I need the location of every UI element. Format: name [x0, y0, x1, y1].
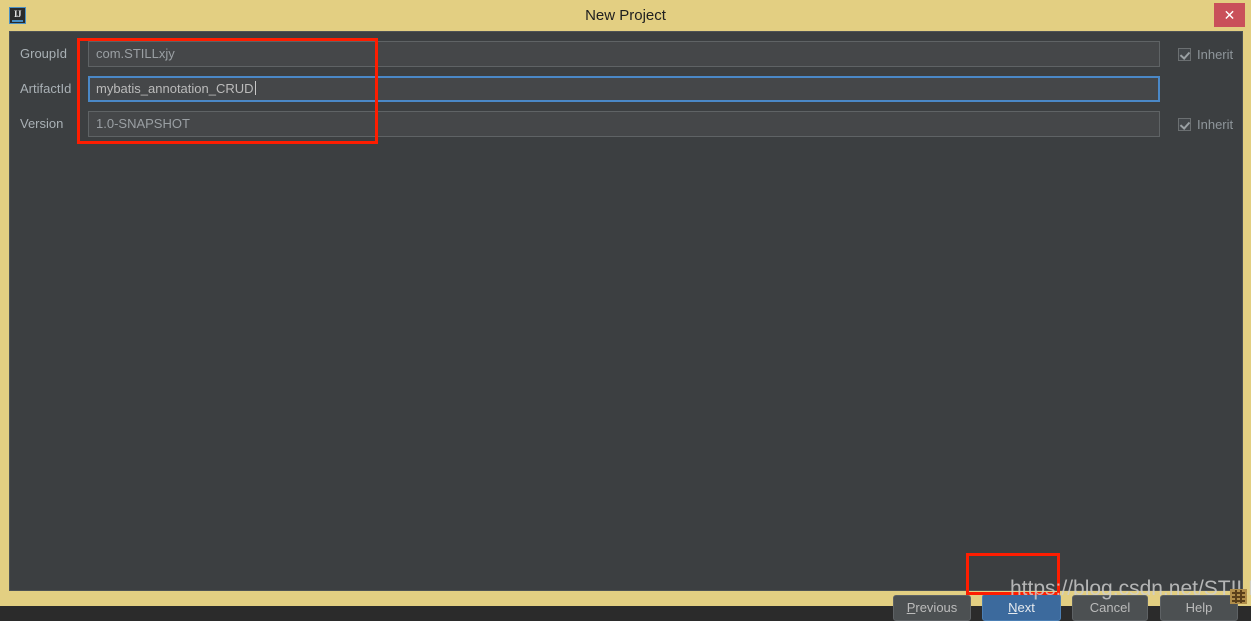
groupid-input[interactable]: com.STILLxjy [88, 41, 1160, 67]
dialog-content-panel: GroupId com.STILLxjy Inherit ArtifactId … [9, 31, 1244, 621]
version-inherit-label: Inherit [1197, 116, 1234, 132]
next-button[interactable]: Next [982, 594, 1061, 621]
close-icon[interactable]: ✕ [1214, 3, 1245, 27]
title-bar: IJ New Project ✕ [0, 0, 1251, 31]
artifactid-input[interactable]: mybatis_annotation_CRUD [88, 76, 1160, 102]
previous-button-label: revious [915, 600, 958, 615]
previous-button[interactable]: Previous [893, 595, 971, 621]
groupid-inherit-label: Inherit [1197, 46, 1234, 62]
groupid-inherit-checkbox-group[interactable]: Inherit [1178, 41, 1233, 67]
version-input[interactable]: 1.0-SNAPSHOT [88, 111, 1160, 137]
new-project-dialog-window: IJ New Project ✕ GroupId com.STILLxjy In… [0, 0, 1251, 621]
version-label: Version [20, 116, 64, 131]
help-button[interactable]: Help [1160, 595, 1238, 621]
artifactid-value: mybatis_annotation_CRUD [96, 81, 254, 96]
artifactid-label: ArtifactId [20, 81, 72, 96]
resize-grip-icon[interactable] [1230, 589, 1247, 604]
text-caret [254, 81, 256, 95]
next-button-mnemonic: N [1008, 600, 1018, 615]
form-row-version: Version 1.0-SNAPSHOT Inherit [10, 111, 1244, 137]
page-title: New Project [585, 7, 666, 24]
groupid-label: GroupId [20, 46, 67, 61]
form-row-artifactid: ArtifactId mybatis_annotation_CRUD [10, 76, 1244, 102]
next-button-label: ext [1017, 600, 1035, 615]
checkbox-checked-icon[interactable] [1178, 47, 1191, 61]
version-inherit-checkbox-group[interactable]: Inherit [1178, 111, 1233, 137]
checkbox-checked-icon[interactable] [1178, 117, 1191, 131]
form-row-groupid: GroupId com.STILLxjy Inherit [10, 41, 1244, 67]
cancel-button[interactable]: Cancel [1072, 595, 1148, 621]
